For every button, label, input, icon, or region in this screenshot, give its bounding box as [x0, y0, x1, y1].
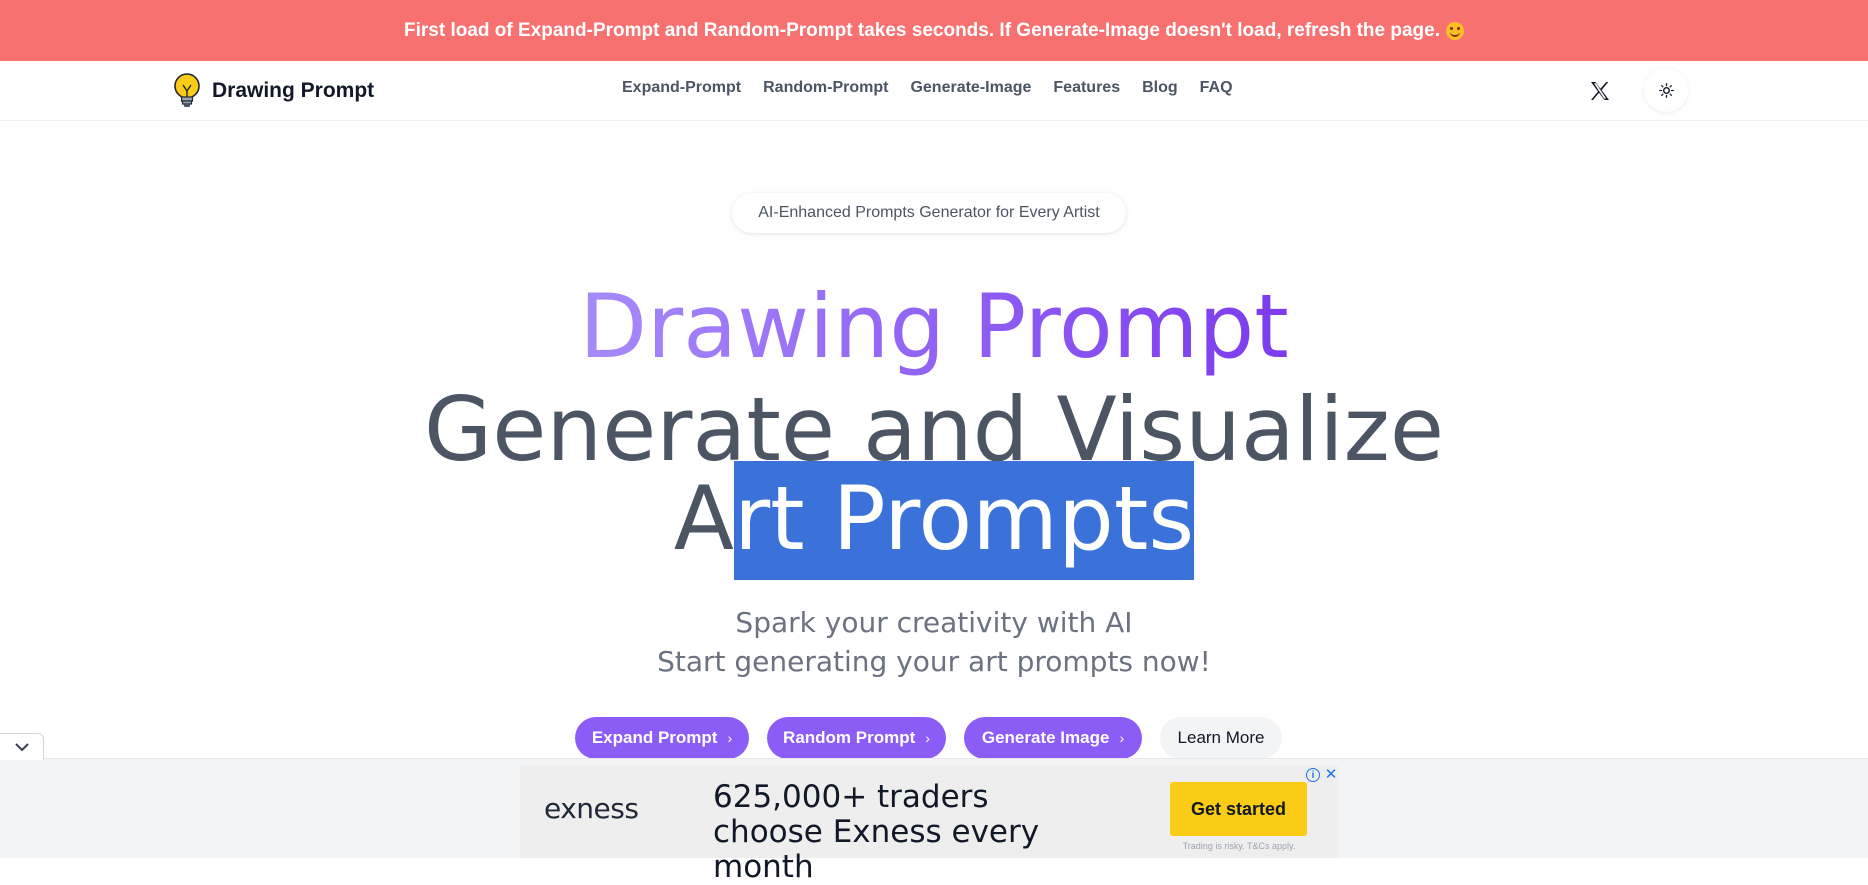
theme-toggle-button[interactable] [1644, 68, 1688, 112]
smiley-face-icon [1445, 21, 1464, 40]
random-prompt-label: Random Prompt [783, 728, 916, 747]
generate-image-label: Generate Image [981, 728, 1110, 747]
expand-prompt-label: Expand Prompt [591, 728, 718, 747]
main-nav: Expand-Prompt Random-Prompt Generate-Ima… [622, 79, 1255, 97]
ad-headline: 625,000+ traders choose Exness every mon… [713, 779, 1040, 885]
chevron-right-icon: › [727, 730, 733, 746]
generate-image-button[interactable]: Generate Image › [964, 717, 1142, 759]
tagline-pill: AI-Enhanced Prompts Generator for Every … [732, 193, 1126, 233]
navbar: Drawing Prompt Expand-Prompt Random-Prom… [0, 61, 1868, 121]
info-icon[interactable]: i [1306, 768, 1320, 782]
chevron-right-icon: › [925, 730, 930, 746]
chevron-right-icon: › [1119, 730, 1125, 746]
hero-subtitle-line1: Spark your creativity with AI [735, 606, 1133, 639]
random-prompt-button[interactable]: Random Prompt › [767, 717, 946, 759]
hero-title: Drawing Prompt [0, 277, 1868, 377]
brand-logo[interactable]: Drawing Prompt [172, 71, 374, 111]
hero-subtitle-line2: Start generating your art prompts now! [657, 645, 1211, 678]
ad-disclaimer: Trading is risky. T&Cs apply. [1182, 841, 1296, 851]
sun-icon [1658, 82, 1674, 98]
banner-text: First load of Expand-Prompt and Random-P… [404, 19, 1440, 41]
learn-more-button[interactable]: Learn More [1160, 717, 1282, 759]
expand-prompt-button[interactable]: Expand Prompt › [575, 717, 749, 759]
selected-text: rt Prompts [734, 461, 1195, 580]
nav-blog[interactable]: Blog [1142, 79, 1178, 97]
ad-collapse-button[interactable] [0, 733, 44, 760]
ad-get-started-button[interactable]: Get started [1170, 782, 1307, 836]
ad-brand-logo: exness [544, 792, 639, 825]
x-twitter-link[interactable] [1589, 80, 1611, 102]
x-twitter-icon [1591, 82, 1609, 100]
hero-headline-line2-start: A [673, 467, 734, 570]
nav-faq[interactable]: FAQ [1200, 79, 1233, 97]
chevron-down-icon [14, 743, 29, 752]
nav-features[interactable]: Features [1053, 79, 1120, 97]
hero-headline-line2: Art Prompts [0, 461, 1868, 580]
announcement-banner: First load of Expand-Prompt and Random-P… [0, 0, 1868, 61]
ad-banner[interactable]: exness 625,000+ traders choose Exness ev… [520, 766, 1338, 885]
close-icon[interactable]: ✕ [1324, 766, 1338, 783]
brand-name: Drawing Prompt [212, 79, 375, 102]
nav-expand-prompt[interactable]: Expand-Prompt [622, 79, 741, 97]
nav-generate-image[interactable]: Generate-Image [910, 79, 1031, 97]
nav-random-prompt[interactable]: Random-Prompt [763, 79, 888, 97]
lightbulb-icon [174, 73, 200, 107]
hero-title-text: Drawing Prompt [579, 275, 1289, 378]
